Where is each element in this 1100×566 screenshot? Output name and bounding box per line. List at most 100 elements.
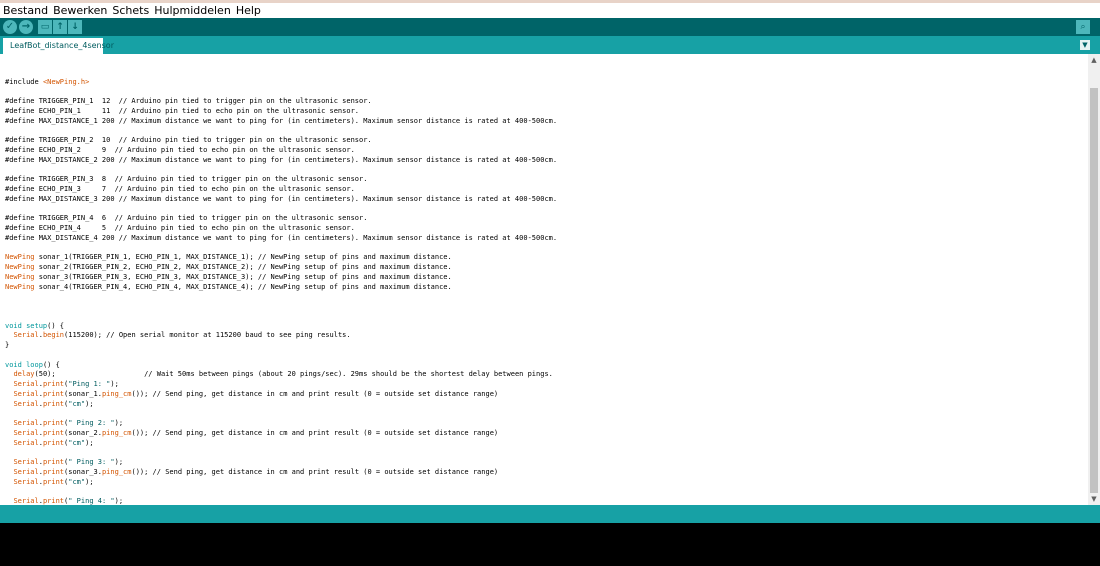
upload-button[interactable]: → [19,20,33,34]
magnifier-icon: ⌕ [1080,22,1086,32]
code-line[interactable]: #define TRIGGER_PIN_2 10 // Arduino pin … [5,136,557,146]
code-token: print [42,399,65,408]
code-line[interactable]: Serial.print(" Ping 4: "); [5,497,557,505]
scroll-up-arrow-icon[interactable]: ▲ [1088,54,1100,66]
code-token: "cm" [68,438,86,447]
code-line[interactable] [5,448,557,458]
chevron-down-icon: ▼ [1082,41,1088,49]
code-token: setup [26,321,48,330]
code-token: print [42,477,65,486]
code-line[interactable]: Serial.print("Ping 1: "); [5,380,557,390]
code-token: ping_cm [101,389,132,398]
code-line[interactable]: #include <NewPing.h> [5,78,557,88]
scroll-down-arrow-icon[interactable]: ▼ [1088,493,1100,505]
code-line[interactable] [5,127,557,137]
code-line[interactable] [5,487,557,497]
code-line[interactable] [5,302,557,312]
code-token: ()); // Send ping, get distance in cm an… [131,428,499,437]
code-token: ()); // Send ping, get distance in cm an… [131,467,499,476]
code-line[interactable]: #define ECHO_PIN_1 11 // Arduino pin tie… [5,107,557,117]
code-token: ); [114,419,124,427]
code-line[interactable]: NewPing sonar_3(TRIGGER_PIN_3, ECHO_PIN_… [5,273,557,283]
code-token: ping_cm [101,428,132,437]
code-token: ); [110,380,119,388]
code-line[interactable]: NewPing sonar_1(TRIGGER_PIN_1, ECHO_PIN_… [5,253,557,263]
code-token: Serial [13,458,39,466]
code-line[interactable]: #define ECHO_PIN_3 7 // Arduino pin tied… [5,185,557,195]
code-line[interactable]: Serial.print(" Ping 3: "); [5,458,557,468]
tab-leafbot-distance-4sensor[interactable]: LeafBot_distance_4sensor [3,38,114,54]
save-sketch-button[interactable]: ↓ [68,20,82,34]
code-token: " Ping 4: " [68,497,115,505]
new-sketch-button[interactable]: ▭ [38,20,52,34]
code-token: ); [85,399,94,408]
tab-menu-button[interactable]: ▼ [1080,40,1090,50]
code-text[interactable]: #include <NewPing.h> #define TRIGGER_PIN… [5,68,557,505]
open-sketch-button[interactable]: ↑ [53,20,67,34]
code-line[interactable]: Serial.print("cm"); [5,400,557,410]
menu-help[interactable]: Help [236,4,261,17]
code-line[interactable]: Serial.print("cm"); [5,439,557,449]
code-line[interactable]: Serial.print(sonar_2.ping_cm()); // Send… [5,429,557,439]
code-line[interactable]: NewPing sonar_4(TRIGGER_PIN_4, ECHO_PIN_… [5,283,557,293]
code-line[interactable]: } [5,341,557,351]
menu-bewerken[interactable]: Bewerken [53,4,107,17]
code-token: ); [85,438,94,447]
code-line[interactable]: Serial.print(sonar_3.ping_cm()); // Send… [5,468,557,478]
code-token: loop [26,360,43,369]
code-token: (sonar_2. [64,428,102,437]
code-line[interactable]: Serial.print(" Ping 2: "); [5,419,557,429]
code-line[interactable]: delay(50); // Wait 50ms between pings (a… [5,370,557,380]
code-line[interactable] [5,88,557,98]
code-token: sonar_4(TRIGGER_PIN_4, ECHO_PIN_4, MAX_D… [34,282,452,291]
code-line[interactable] [5,205,557,215]
verify-button[interactable]: ✓ [3,20,17,34]
code-token: print [42,428,65,437]
code-line[interactable]: #define ECHO_PIN_4 5 // Arduino pin tied… [5,224,557,234]
code-line[interactable] [5,312,557,322]
code-token: NewPing [5,253,35,262]
code-token: #define MAX_DISTANCE_3 200 // Maximum di… [5,194,558,203]
code-line[interactable]: NewPing sonar_2(TRIGGER_PIN_2, ECHO_PIN_… [5,263,557,273]
code-line[interactable]: void loop() { [5,361,557,371]
code-line[interactable]: #define TRIGGER_PIN_4 6 // Arduino pin t… [5,214,557,224]
code-token: Serial [13,380,39,388]
menu-bestand[interactable]: Bestand [3,4,48,17]
code-line[interactable]: #define MAX_DISTANCE_4 200 // Maximum di… [5,234,557,244]
code-line[interactable]: #define MAX_DISTANCE_3 200 // Maximum di… [5,195,557,205]
code-token: Serial [13,389,39,398]
code-token: print [42,497,65,505]
code-line[interactable]: Serial.print(sonar_1.ping_cm()); // Send… [5,390,557,400]
code-line[interactable]: Serial.begin(115200); // Open serial mon… [5,331,557,341]
code-token: (sonar_3. [64,467,102,476]
code-line[interactable]: #define TRIGGER_PIN_3 8 // Arduino pin t… [5,175,557,185]
vertical-scrollbar[interactable]: ▲ ▼ [1088,54,1100,505]
code-line[interactable] [5,166,557,176]
menu-schets[interactable]: Schets [112,4,149,17]
code-token: #define TRIGGER_PIN_2 10 // Arduino pin … [5,136,372,145]
code-editor[interactable]: #include <NewPing.h> #define TRIGGER_PIN… [0,54,1100,505]
code-token: "cm" [68,477,86,486]
scrollbar-thumb[interactable] [1090,88,1098,493]
code-token: " Ping 3: " [68,458,115,466]
code-token: Serial [13,438,39,447]
code-line[interactable]: Serial.print("cm"); [5,478,557,488]
code-line[interactable]: #define ECHO_PIN_2 9 // Arduino pin tied… [5,146,557,156]
code-line[interactable] [5,409,557,419]
serial-monitor-button[interactable]: ⌕ [1076,20,1090,34]
code-line[interactable] [5,292,557,302]
code-line[interactable]: #define MAX_DISTANCE_1 200 // Maximum di… [5,117,557,127]
code-token: ping_cm [101,467,132,476]
code-token: #define MAX_DISTANCE_1 200 // Maximum di… [5,116,558,125]
menu-hulpmiddelen[interactable]: Hulpmiddelen [154,4,231,17]
code-line[interactable] [5,244,557,254]
code-line[interactable]: #define TRIGGER_PIN_1 12 // Arduino pin … [5,97,557,107]
code-line[interactable]: void setup() { [5,322,557,332]
code-token: Serial [13,399,39,408]
code-line[interactable]: #define MAX_DISTANCE_2 200 // Maximum di… [5,156,557,166]
code-token: #define TRIGGER_PIN_1 12 // Arduino pin … [5,97,372,106]
code-line[interactable] [5,68,557,78]
code-line[interactable] [5,351,557,361]
code-token: #define ECHO_PIN_1 11 // Arduino pin tie… [5,107,360,115]
code-token: delay [13,370,35,379]
